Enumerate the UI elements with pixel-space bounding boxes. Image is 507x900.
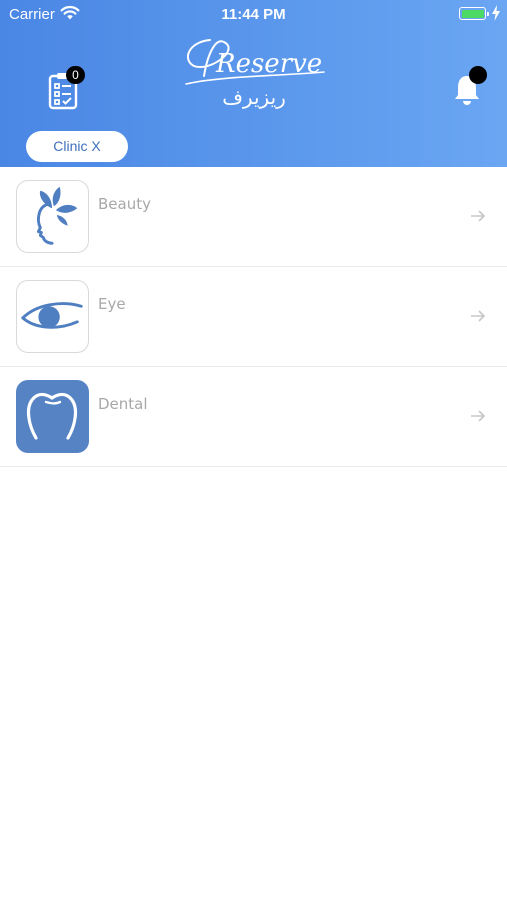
category-label: Eye [98,295,126,313]
arrow-right-icon [471,310,486,322]
category-list: Beauty Eye Dental [0,167,507,467]
clinic-filter-button[interactable]: Clinic X [26,131,128,162]
eye-icon [16,280,89,353]
tooth-icon [16,380,89,453]
beauty-face-icon [16,180,89,253]
category-row-eye[interactable]: Eye [0,267,507,367]
app-header: Carrier 11:44 PM 0 Reserve ريزيرف Clinic… [0,0,507,167]
status-time: 11:44 PM [221,6,286,23]
category-label: Dental [98,395,148,413]
arrow-right-icon [471,410,486,422]
logo-text: Reserve [215,49,322,79]
category-row-beauty[interactable]: Beauty [0,167,507,267]
logo-arabic-text: ريزيرف [222,85,286,109]
cart-count-badge: 0 [66,66,85,84]
arrow-right-icon [471,210,486,222]
status-bar: Carrier 11:44 PM [0,0,507,28]
charging-bolt-icon [492,5,500,21]
battery-icon [459,7,489,20]
category-label: Beauty [98,195,151,213]
reserve-logo: Reserve ريزيرف [185,39,325,109]
category-row-dental[interactable]: Dental [0,367,507,467]
notification-dot [469,66,487,84]
